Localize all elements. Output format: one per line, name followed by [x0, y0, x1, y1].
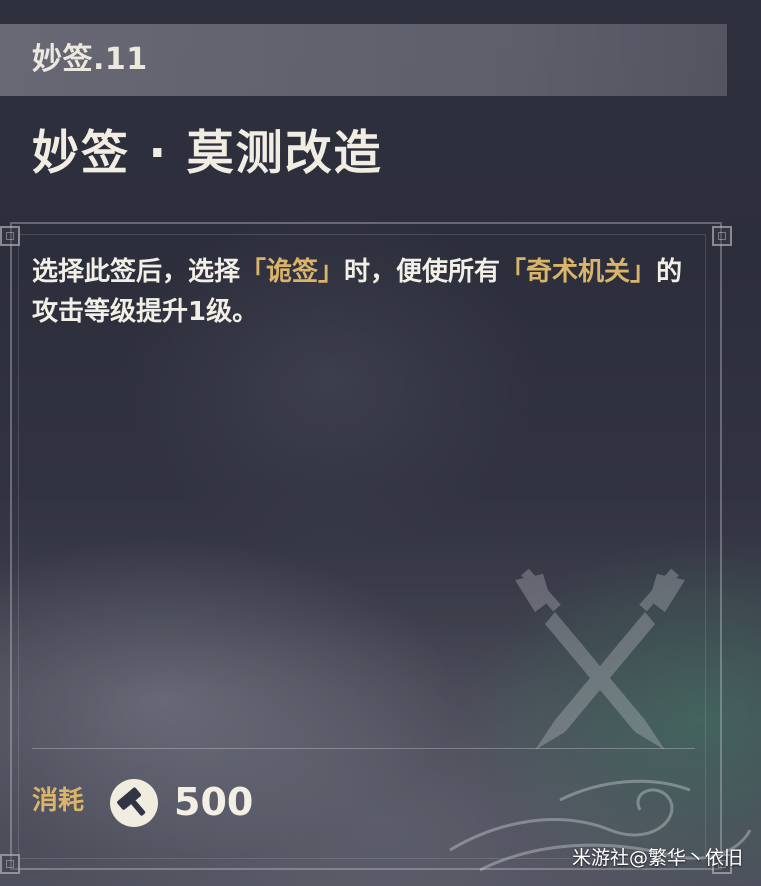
card-subtitle: 妙签.11 — [32, 42, 148, 77]
card-root: 妙签.11 妙签 · 莫测改造 选择此签后，选择「诡签」时，便使所有「奇术机关」… — [0, 0, 761, 886]
card-description: 选择此签后，选择「诡签」时，便使所有「奇术机关」的攻击等级提升1级。 — [32, 252, 697, 332]
subtitle-bar: 妙签.11 — [0, 24, 727, 96]
cost-label: 消耗 — [32, 786, 85, 816]
keyword-trick-sign: 「诡签」 — [240, 257, 345, 287]
watermark: 米游社@繁华丶依旧 — [571, 847, 743, 869]
description-text-2: 时，便使所有 — [344, 257, 501, 287]
frame-corner-top-right — [712, 226, 732, 246]
card-title: 妙签 · 莫测改造 — [32, 126, 383, 181]
frame-corner-top-left — [0, 226, 20, 246]
description-text-1: 选择此签后，选择 — [32, 257, 241, 287]
cost-value: 500 — [174, 780, 254, 824]
keyword-mechanism: 「奇术机关」 — [500, 257, 657, 287]
divider — [32, 748, 695, 749]
hammer-icon — [110, 779, 158, 827]
frame-corner-bottom-left — [0, 854, 20, 874]
